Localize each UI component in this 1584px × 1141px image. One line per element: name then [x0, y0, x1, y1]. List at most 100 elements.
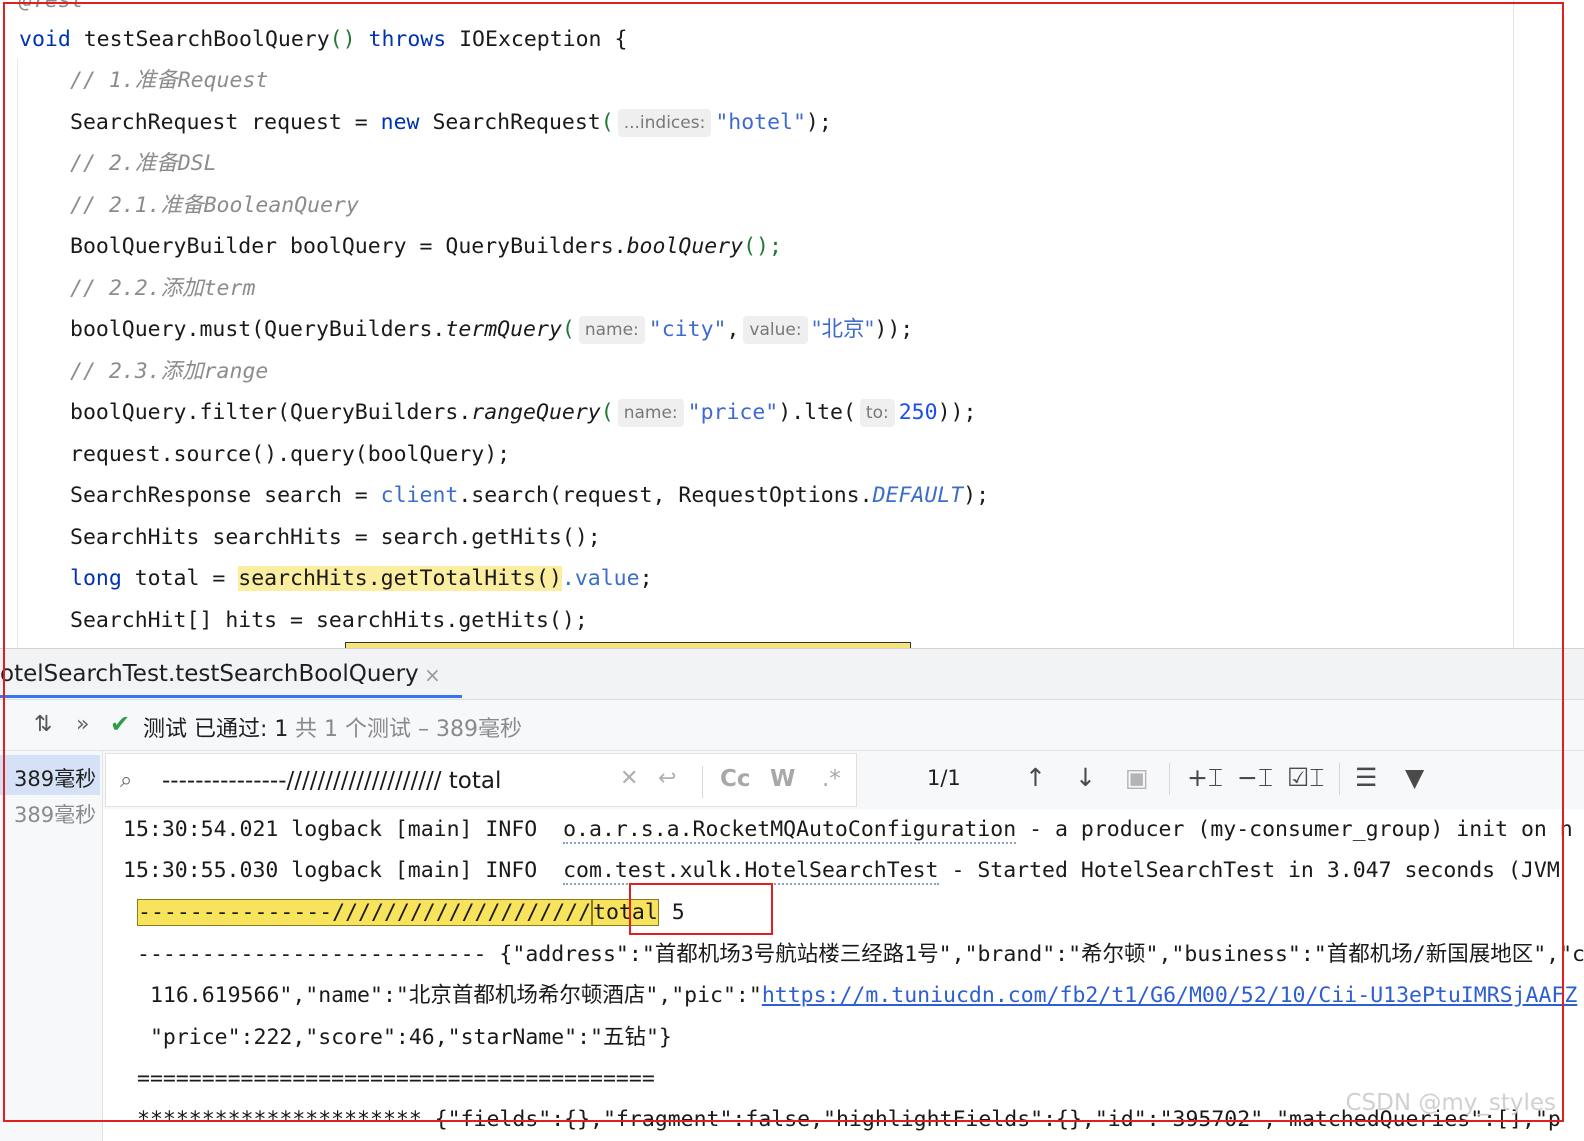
open-paren: ( — [600, 110, 614, 135]
divider — [1339, 763, 1340, 795]
field-value: .value — [561, 566, 640, 591]
response-decl: SearchResponse search = — [70, 483, 381, 508]
comment-line[interactable]: // 2.3.添加range — [70, 357, 268, 387]
string-literal: "price" — [687, 400, 779, 425]
close-parens: )); — [937, 400, 977, 425]
code-line-response[interactable]: SearchResponse search = client.search(re… — [70, 481, 989, 511]
url-link[interactable]: https://m.tuniucdn.com/fb2/t1/G6/M00/52/… — [762, 983, 1577, 1008]
field-client: client — [380, 483, 459, 508]
request-decl: SearchRequest request = — [70, 110, 381, 135]
divider — [1169, 763, 1170, 795]
tree-item-time[interactable]: 389毫秒 — [14, 799, 96, 829]
keyword-void: void — [19, 27, 71, 52]
chevron-more-icon[interactable]: » — [76, 712, 89, 737]
code-line-boolquery[interactable]: BoolQueryBuilder boolQuery = QueryBuilde… — [70, 232, 782, 262]
code-line-filter[interactable]: boolQuery.filter(QueryBuilders.rangeQuer… — [70, 398, 976, 428]
code-line-must[interactable]: boolQuery.must(QueryBuilders.termQuery(n… — [70, 315, 913, 345]
test-tree: 389毫秒 389毫秒 — [0, 751, 103, 1141]
arrow-down-icon[interactable]: ↓ — [1075, 763, 1096, 792]
code-line-hitarray[interactable]: SearchHit[] hits = searchHits.getHits(); — [70, 606, 588, 636]
method-call-suffix: (); — [743, 234, 782, 259]
close-parens: )); — [874, 317, 914, 342]
constant-default: DEFAULT — [872, 483, 964, 508]
string-literal: "city" — [648, 317, 727, 342]
boolquery-decl: BoolQueryBuilder boolQuery = QueryBuilde… — [70, 234, 627, 259]
separator-line: ======================================== — [137, 1066, 655, 1091]
test-passed-label: 测试 已通过: 1 — [143, 717, 289, 742]
console-find-bar: ⌕ ✕ ↩ Cc W .* 1/1 ↑ ↓ ▣ +⌶ −⌶ ☑⌶ ☰ ▼ — [103, 751, 1584, 810]
method-name: testSearchBoolQuery — [70, 27, 330, 52]
wrap-text-icon[interactable]: ☰ — [1355, 763, 1377, 792]
arrow-up-icon[interactable]: ↑ — [1025, 763, 1046, 792]
method-parens: () — [329, 27, 356, 52]
newline-icon[interactable]: ↩ — [658, 766, 676, 791]
filter-call: boolQuery.filter(QueryBuilders. — [70, 400, 472, 425]
exception-type: IOException { — [446, 27, 628, 52]
close-icon[interactable]: × — [424, 663, 441, 687]
log-message: - Started HotelSearchTest in 3.047 secon… — [938, 858, 1560, 883]
log-prefix: 15:30:54.021 logback [main] INFO — [123, 817, 564, 842]
log-line: 15:30:55.030 logback [main] INFO com.tes… — [123, 856, 1560, 886]
total-decl: total = — [121, 566, 239, 591]
sort-icon[interactable]: ⇅ — [34, 712, 52, 737]
code-editor[interactable]: @Test void testSearchBoolQuery() throws … — [5, 0, 1564, 648]
method-signature-line[interactable]: void testSearchBoolQuery() throws IOExce… — [19, 25, 627, 55]
json-output-line: "price":222,"score":46,"starName":"五钻"} — [137, 1025, 672, 1050]
highlighted-expression: searchHits.getTotalHits() — [238, 566, 562, 591]
check-icon: ✔ — [110, 710, 131, 738]
test-summary-detail: 共 1 个测试 – 389毫秒 — [295, 717, 522, 742]
open-paren: ( — [561, 317, 575, 342]
search-icon[interactable]: ⌕ — [120, 768, 132, 793]
divider — [702, 766, 703, 798]
clear-icon[interactable]: ✕ — [620, 766, 638, 791]
code-line-hits[interactable]: SearchHits searchHits = search.getHits()… — [70, 523, 601, 553]
whole-word-toggle[interactable]: W — [770, 766, 795, 792]
tree-item-time[interactable]: 389毫秒 — [14, 763, 96, 793]
parameter-hint: value: — [743, 316, 808, 344]
indent-guide — [17, 58, 18, 648]
select-all-occurrences-icon[interactable]: ▣ — [1125, 763, 1149, 792]
must-call: boolQuery.must(QueryBuilders. — [70, 317, 446, 342]
match-case-toggle[interactable]: Cc — [720, 766, 751, 792]
comma: , — [726, 317, 740, 342]
code-line-source[interactable]: request.source().query(boolQuery); — [70, 440, 510, 470]
select-occurrences-icon[interactable]: ☑⌶ — [1287, 763, 1324, 793]
close-paren: ); — [805, 110, 832, 135]
active-tab-indicator — [0, 695, 462, 698]
string-literal: "北京" — [811, 317, 875, 342]
log-class-link[interactable]: o.a.r.s.a.RocketMQAutoConfiguration — [563, 817, 1017, 844]
run-tab-title[interactable]: otelSearchTest.testSearchBoolQuery — [0, 661, 419, 687]
parameter-hint: name: — [617, 399, 684, 427]
json-text: 116.619566","name":"北京首都机场希尔顿酒店","pic":" — [137, 983, 762, 1008]
semicolon: ; — [639, 566, 653, 591]
comment-line[interactable]: // 2.准备DSL — [70, 149, 217, 179]
json-output-line: 116.619566","name":"北京首都机场希尔顿酒店","pic":"… — [137, 981, 1577, 1011]
log-line: 15:30:54.021 logback [main] INFO o.a.r.s… — [123, 815, 1573, 845]
keyword-new: new — [380, 110, 420, 135]
code-line-request[interactable]: SearchRequest request = new SearchReques… — [70, 108, 832, 138]
string-literal: "hotel" — [715, 110, 806, 135]
ctor-name: SearchRequest — [419, 110, 601, 135]
add-selection-icon[interactable]: +⌶ — [1187, 763, 1223, 793]
parameter-hint: name: — [578, 316, 645, 344]
lte-call: ).lte( — [778, 400, 856, 425]
comment-line[interactable]: // 2.1.准备BooleanQuery — [70, 191, 359, 221]
keyword-throws: throws — [355, 27, 447, 52]
open-paren: ( — [600, 400, 614, 425]
watermark: CSDN @my_styles — [1345, 1090, 1556, 1116]
comment-line[interactable]: // 2.2.添加term — [70, 274, 255, 304]
editor-scrollbar[interactable] — [1513, 0, 1514, 648]
regex-toggle[interactable]: .* — [822, 766, 841, 792]
remove-selection-icon[interactable]: −⌶ — [1237, 763, 1273, 793]
run-tab-bar: otelSearchTest.testSearchBoolQuery × — [0, 649, 1584, 700]
parameter-hint: ...indices: — [617, 109, 712, 137]
log-class-link[interactable]: com.test.xulk.HotelSearchTest — [563, 858, 939, 885]
comment-line[interactable]: // 1.准备Request — [70, 66, 268, 96]
code-line-total[interactable]: long total = searchHits.getTotalHits().v… — [70, 564, 653, 594]
search-input[interactable] — [162, 764, 622, 798]
log-prefix: 15:30:55.030 logback [main] INFO — [123, 858, 564, 883]
static-method: termQuery — [445, 317, 562, 342]
run-tool-window: otelSearchTest.testSearchBoolQuery × ⇅ »… — [0, 648, 1584, 1141]
parameter-hint: to: — [859, 399, 895, 427]
filter-icon[interactable]: ▼ — [1405, 763, 1424, 792]
